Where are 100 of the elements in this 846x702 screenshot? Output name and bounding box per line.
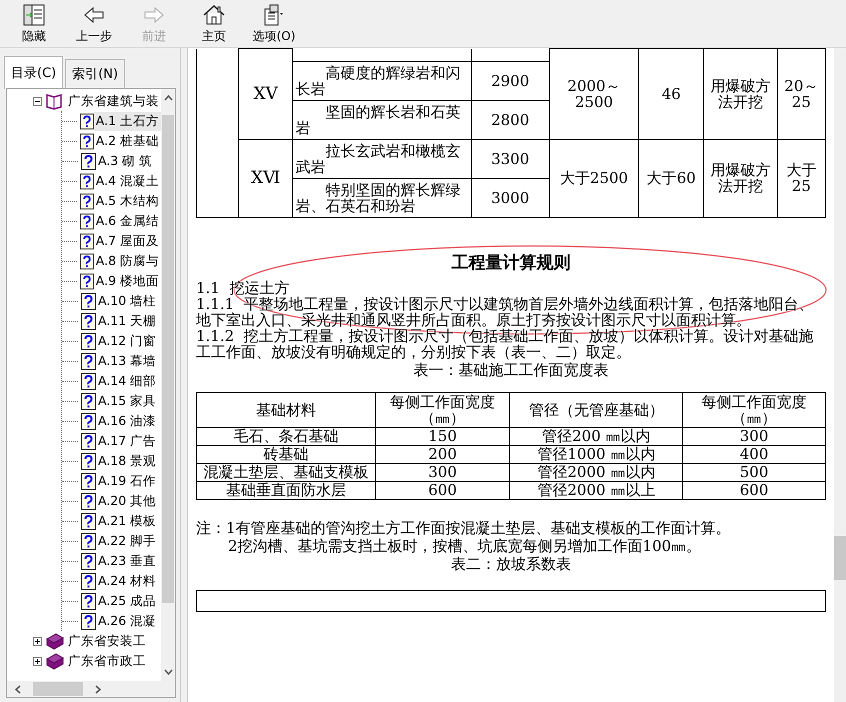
table-cell: 高硬度的辉绿岩和闪长岩 (292, 61, 472, 100)
table-cell: 大于25 (777, 139, 826, 217)
tree-item[interactable]: A.19 石作 (96, 472, 158, 490)
home-icon (202, 2, 226, 26)
table-cell: 150 (375, 427, 510, 445)
table-cell: 3300 (471, 139, 550, 178)
tree-item[interactable]: A.18 景观 (96, 452, 158, 470)
table-cell: 300 (682, 427, 826, 445)
table-cell: 管径2000 ㎜以内 (510, 463, 683, 481)
tree-item[interactable]: A.14 细部 (96, 372, 158, 390)
tree-item[interactable]: A.3 砌 筑 (96, 152, 154, 170)
help-page-icon (81, 572, 96, 590)
column-header: 基础材料 (196, 392, 376, 427)
table-cell: 300 (375, 463, 510, 481)
table-cell: 600 (375, 481, 510, 499)
tree-item[interactable]: A.7 屋面及 (94, 232, 161, 250)
help-page-icon (81, 432, 96, 450)
help-page-icon (81, 392, 96, 410)
tree-item[interactable]: A.25 成品 (96, 592, 158, 610)
table-cell: 大于2500 (549, 139, 639, 217)
table-cell: 砖基础 (196, 445, 376, 463)
tree-item[interactable]: A.24 材料 (96, 572, 158, 590)
tab[interactable]: 索引(N) (65, 59, 126, 88)
help-page-icon (81, 332, 96, 350)
tree-item[interactable]: A.9 楼地面 (94, 272, 161, 290)
help-page-icon (81, 492, 96, 510)
scrollbar[interactable] (834, 48, 846, 702)
help-page-icon (80, 232, 94, 250)
help-page-icon (81, 612, 96, 630)
help-page-icon (81, 592, 96, 610)
tree-item[interactable]: A.11 天棚 (96, 312, 158, 330)
toolbar-button[interactable]: 主页 (184, 0, 244, 47)
book-icon (46, 632, 64, 650)
table-cell: 大于60 (638, 139, 704, 217)
options-icon (262, 2, 286, 26)
tree-item[interactable]: A.2 桩基础 (94, 132, 161, 150)
tree-item[interactable]: A.15 家具 (96, 392, 158, 410)
tree-item[interactable]: A.10 墙柱 (96, 292, 158, 310)
help-page-icon (80, 252, 94, 270)
help-page-icon (81, 312, 96, 330)
table-cell: ⅩⅤ (238, 48, 293, 139)
tree-item[interactable]: A.1 土石方 (94, 112, 161, 130)
tree-item[interactable]: 广东省建筑与装 (66, 92, 161, 110)
tree-item[interactable]: 广东省市政工 (66, 652, 148, 670)
table-cell: 坚固的辉长岩和石英岩 (292, 100, 472, 139)
table-cell: 基础垂直面防水层 (196, 481, 376, 499)
tree-item[interactable]: A.4 混凝土 (94, 172, 161, 190)
tree-item[interactable]: A.16 油漆 (96, 412, 158, 430)
book-icon (46, 92, 64, 110)
column-header: 管径（无管座基础） (510, 392, 683, 427)
help-page-icon (80, 172, 94, 190)
table-cell: 管径2000 ㎜以上 (510, 481, 683, 499)
tree-item[interactable]: A.23 垂直 (96, 552, 158, 570)
tree-item[interactable]: A.13 幕墙 (96, 352, 158, 370)
table-caption: 表二：放坡系数表 (450, 556, 572, 572)
table-cell: 毛石、条石基础 (196, 427, 376, 445)
tree-item[interactable]: A.26 混凝 (96, 612, 158, 630)
table-cell: 20～25 (777, 48, 826, 139)
tree-item[interactable]: 广东省安装工 (66, 632, 148, 650)
help-page-icon (81, 352, 96, 370)
help-page-icon (81, 512, 96, 530)
table-cell: 用爆破方法开挖 (704, 139, 778, 217)
help-page-icon (81, 552, 96, 570)
note-text: 注：1有管座基础的管沟挖土方工作面按混凝土垫层、基础支模板的工作面计算。 (196, 520, 732, 536)
table-cell: 2000～2500 (549, 48, 639, 139)
table-cell: 500 (682, 463, 826, 481)
tree-item[interactable]: A.17 广告 (96, 432, 158, 450)
table-cell: ⅩⅥ (238, 139, 293, 217)
tree-item[interactable]: A.20 其他 (96, 492, 158, 510)
table-cell: 拉长玄武岩和橄榄玄武岩 (292, 139, 472, 178)
help-page-icon (80, 192, 94, 210)
horizontal-scrollbar[interactable] (7, 681, 175, 697)
book-icon (46, 652, 64, 670)
table-caption: 表一：基础施工工作面宽度表 (412, 362, 610, 378)
tree-item[interactable]: A.5 木结构 (94, 192, 161, 210)
help-page-icon (80, 212, 94, 230)
help-page-icon (81, 412, 96, 430)
toolbar-button[interactable]: 上一步 (64, 0, 124, 47)
tree-item[interactable]: A.8 防腐与 (94, 252, 161, 270)
table-cell: 管径200 ㎜以内 (510, 427, 683, 445)
table-cell: 特别坚固的辉长辉绿岩、石英石和玢岩 (292, 178, 472, 217)
tree-item[interactable]: A.6 金属结 (94, 212, 161, 230)
column-header: 每侧工作面宽度（㎜） (682, 392, 826, 427)
help-page-icon (81, 152, 96, 170)
toolbar-button[interactable]: 隐藏 (4, 0, 64, 47)
help-page-icon (80, 132, 94, 150)
help-page-icon (80, 112, 94, 130)
help-page-icon (81, 372, 96, 390)
toolbar-button[interactable]: 选项(O) (244, 0, 304, 47)
help-page-icon (81, 452, 96, 470)
panel-icon (22, 2, 46, 26)
tree-item[interactable]: A.22 脚手 (96, 532, 158, 550)
tree-item[interactable]: A.12 门窗 (96, 332, 158, 350)
column-header: 每侧工作面宽度（㎜） (375, 392, 510, 427)
tab[interactable]: 目录(C) (4, 56, 64, 89)
scrollbar[interactable] (161, 89, 175, 681)
table-cell: 用爆破方法开挖 (704, 48, 778, 139)
tree-item[interactable]: A.21 模板 (96, 512, 158, 530)
help-page-icon (81, 292, 96, 310)
table-cell: 管径1000 ㎜以内 (510, 445, 683, 463)
